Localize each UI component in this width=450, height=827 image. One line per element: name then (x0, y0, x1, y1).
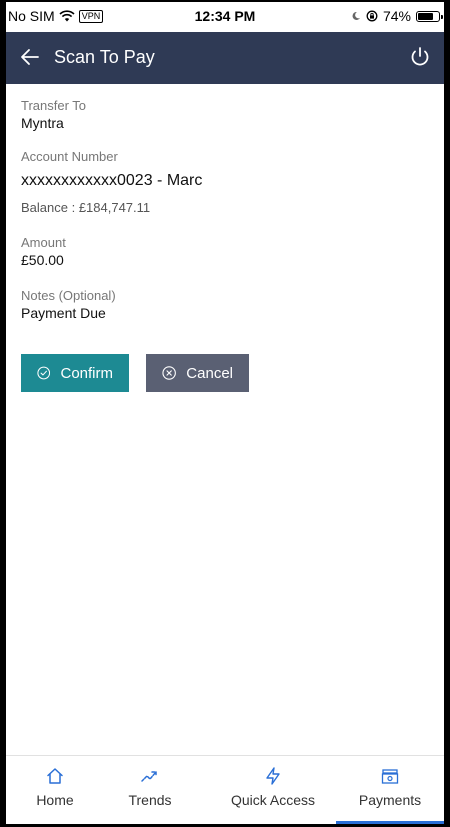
payments-icon (381, 769, 399, 784)
battery-icon (416, 10, 443, 22)
power-icon[interactable] (408, 45, 432, 69)
app-header: Scan To Pay (6, 32, 444, 84)
nav-quick-access-label: Quick Access (230, 792, 316, 808)
amount-label: Amount (21, 235, 66, 250)
transfer-to-value: Myntra (21, 115, 64, 131)
cancel-button[interactable]: Cancel (146, 354, 249, 392)
check-circle-icon (37, 366, 51, 380)
nav-home[interactable]: Home (20, 756, 90, 824)
cancel-label: Cancel (186, 364, 233, 382)
confirm-label: Confirm (60, 364, 113, 382)
nav-payments-label: Payments (358, 792, 422, 808)
notes-label: Notes (Optional) (21, 288, 116, 303)
lightning-icon (266, 767, 280, 785)
transfer-to-label: Transfer To (21, 98, 87, 113)
account-section: Account Number xxxxxxxxxxxx0023 - Marc B… (21, 149, 431, 215)
payment-details: Transfer To Myntra Account Number xxxxxx… (21, 84, 431, 321)
nav-quick-access[interactable]: Quick Access (218, 756, 328, 824)
amount-value: £50.00 (21, 252, 64, 268)
close-circle-icon (162, 366, 176, 380)
status-right: 74% (351, 8, 443, 24)
nav-trends[interactable]: Trends (110, 756, 190, 824)
battery-tip (441, 14, 443, 19)
nav-home-label: Home (36, 792, 74, 808)
nav-trends-label: Trends (128, 792, 172, 808)
balance-text: Balance : £184,747.11 (21, 200, 151, 215)
status-bar: No SIM VPN 12:34 PM 74% (6, 2, 444, 32)
transfer-to-section: Transfer To Myntra (21, 98, 431, 131)
amount-section: Amount £50.00 (21, 235, 431, 268)
trends-icon (141, 771, 157, 782)
back-arrow-icon[interactable] (18, 44, 44, 70)
battery-fill (418, 12, 433, 20)
nav-payments[interactable]: Payments (336, 756, 444, 824)
page-title: Scan To Pay (54, 47, 155, 67)
moon-icon (352, 11, 360, 20)
rotation-lock-icon (366, 10, 378, 22)
app-screen: No SIM VPN 12:34 PM 74% Scan To Pay Tran… (6, 2, 444, 824)
confirm-button[interactable]: Confirm (21, 354, 129, 392)
home-icon (47, 768, 63, 784)
notes-value: Payment Due (21, 305, 106, 321)
bottom-nav: Home Trends Quick Access Payments (6, 755, 444, 824)
account-number-value: xxxxxxxxxxxx0023 - Marc (21, 172, 203, 189)
notes-section: Notes (Optional) Payment Due (21, 288, 431, 321)
battery-percent: 74% (382, 8, 411, 24)
account-number-label: Account Number (21, 149, 118, 164)
active-tab-indicator (336, 821, 444, 824)
